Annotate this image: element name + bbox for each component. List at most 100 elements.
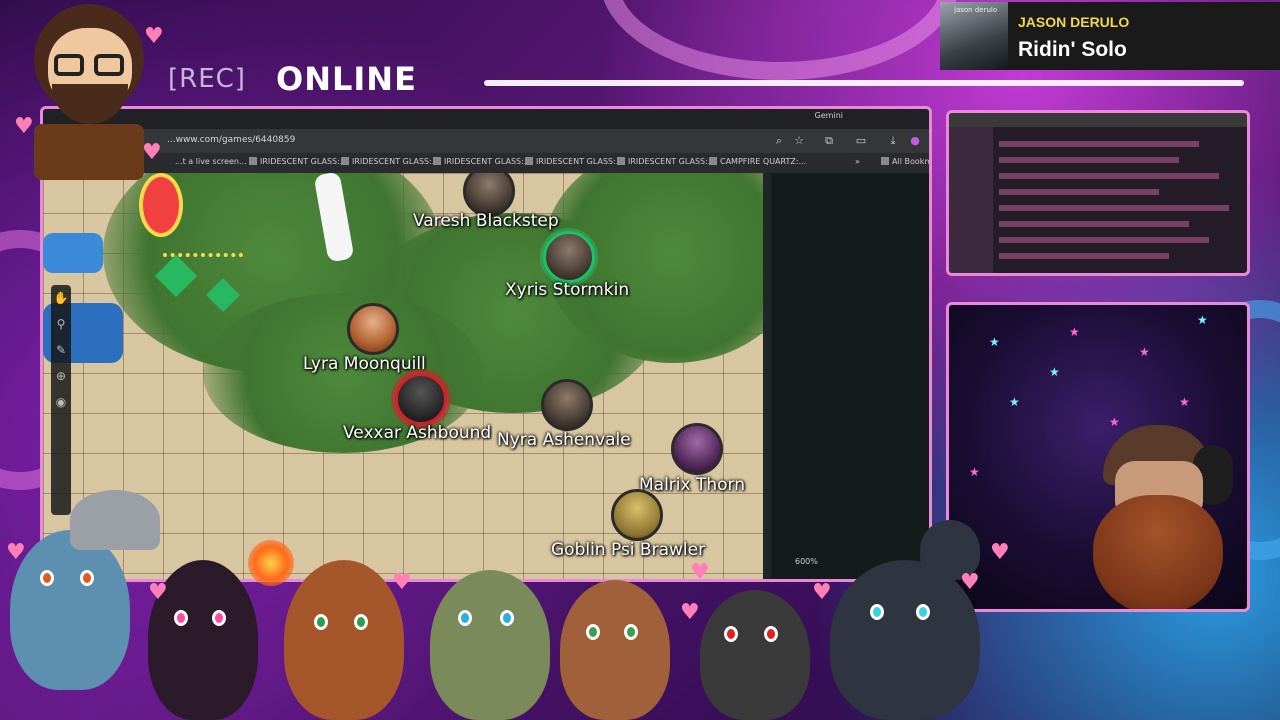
preview-row [999,173,1219,179]
character-ranger [284,560,404,720]
eye [870,604,884,620]
browser-titlebar: Gemini [43,109,929,129]
decor-swirl [600,0,960,80]
star-icon: ★ [1179,395,1190,409]
eye [354,614,368,630]
bookmark-icon [525,157,533,165]
token-nyra-ashenvale[interactable] [541,379,593,431]
star-icon: ★ [1069,325,1080,339]
bookmark-item[interactable]: CAMPFIRE QUARTZ:... [709,157,806,166]
eye [764,626,778,642]
heart-icon: ♥ [960,570,980,595]
star-icon: ★ [969,465,980,479]
webcam-panel: ★ ★ ★ ★ ★ ★ ★ ★ ★ ★ [946,302,1250,612]
glasses-icon [54,54,84,76]
vtt-toolbar: ✋ ⚲ ✎ ⊕ ◉ [51,285,71,515]
all-bookmarks-link[interactable]: All Bookm [881,157,929,166]
profile-icon[interactable]: ● [907,133,923,149]
character-orc [10,530,130,690]
eye [314,614,328,630]
preview-sidebar [949,127,993,273]
user-icon[interactable]: ◉ [51,389,71,415]
search-icon[interactable]: ⌕ [771,133,787,149]
bookmark-item[interactable]: IRIDESCENT GLASS:... [433,157,531,166]
streamer-webcam [1033,425,1243,609]
heart-icon: ♥ [6,540,26,565]
bookmark-item[interactable]: ...t a live screen... [175,157,247,166]
eye [174,610,188,626]
folder-icon [881,157,889,165]
measure-icon[interactable]: ⚲ [51,311,71,337]
heart-icon: ♥ [142,140,162,165]
vtt-sidebar-area [763,173,929,579]
eye [40,570,54,586]
bookmark-item[interactable]: IRIDESCENT GLASS:... [341,157,439,166]
gemini-label[interactable]: Gemini [815,111,843,120]
target-icon[interactable]: ⊕ [51,363,71,389]
eye [586,624,600,640]
bookmark-item[interactable]: IRIDESCENT GLASS:... [249,157,347,166]
token-malrix-thorn[interactable] [671,423,723,475]
heart-icon: ♥ [392,570,412,595]
bookmark-icon [249,157,257,165]
browser-capture: Gemini ...www.com/games/6440859 ⌕ ☆ ⧉ ▭ … [40,106,932,582]
character-goblin [700,590,810,720]
heart-icon: ♥ [144,24,164,49]
glasses-icon [94,54,124,76]
more-bookmarks-button[interactable]: » [855,157,860,166]
bookmark-icon [709,157,717,165]
heart-icon: ♥ [812,580,832,605]
cast-icon[interactable]: ▭ [853,133,869,149]
zoom-level[interactable]: 600% [795,557,818,566]
pencil-icon[interactable]: ✎ [51,337,71,363]
preview-row [999,253,1169,259]
heart-icon: ♥ [990,540,1010,565]
bookmark-icon [617,157,625,165]
star-icon: ★ [1009,395,1020,409]
status-title: ONLINE [276,60,417,98]
heart-icon: ♥ [680,600,700,625]
token-label: Vexxar Ashbound [343,423,492,443]
fire-icon [248,540,294,586]
token-label: Varesh Blackstep [413,211,559,231]
extension-icon[interactable]: ⧉ [821,133,837,149]
url-text[interactable]: ...www.com/games/6440859 [167,135,295,145]
token-goblin-psi-brawler[interactable] [611,489,663,541]
star-icon[interactable]: ☆ [791,133,807,149]
preview-row [999,221,1189,227]
heart-icon: ♥ [148,580,168,605]
address-bar[interactable]: ...www.com/games/6440859 ⌕ ☆ ⧉ ▭ ⤓ ● [43,129,929,153]
token-vexxar-ashbound[interactable] [395,373,447,425]
map-water [43,233,103,273]
album-art-caption: jason derulo [954,6,998,14]
character-tortle [430,570,550,720]
rec-label: [REC] [168,64,246,94]
preview-row [999,237,1209,243]
bookmark-icon [433,157,441,165]
token-label: Xyris Stormkin [505,280,630,300]
download-icon[interactable]: ⤓ [885,133,901,149]
beard [1093,495,1223,609]
streamer-avatar: ♥ ♥ ♥ [14,4,164,180]
eye [458,610,472,626]
book-icon [34,124,144,180]
eye [724,626,738,642]
star-icon: ★ [1049,365,1060,379]
preview-row [999,141,1199,147]
bookmarks-bar: ...t a live screen... IRIDESCENT GLASS:.… [43,153,929,173]
token-lyra-moonquill[interactable] [347,303,399,355]
bookmark-item[interactable]: IRIDESCENT GLASS:... [617,157,715,166]
character-druid [560,580,670,720]
axe-icon [70,490,160,550]
map-pin-icon [139,173,183,237]
bookmark-item[interactable]: IRIDESCENT GLASS:... [525,157,623,166]
now-playing-widget: jason derulo JASON DERULO Ridin' Solo [940,2,1280,70]
header-divider [484,80,1244,86]
character-dragonborn [830,560,980,720]
token-xyris-stormkin[interactable] [543,231,595,283]
hand-icon[interactable]: ✋ [51,285,71,311]
now-playing-artist: JASON DERULO [1018,14,1130,30]
eye [212,610,226,626]
preview-row [999,205,1229,211]
album-art: jason derulo [940,2,1008,70]
